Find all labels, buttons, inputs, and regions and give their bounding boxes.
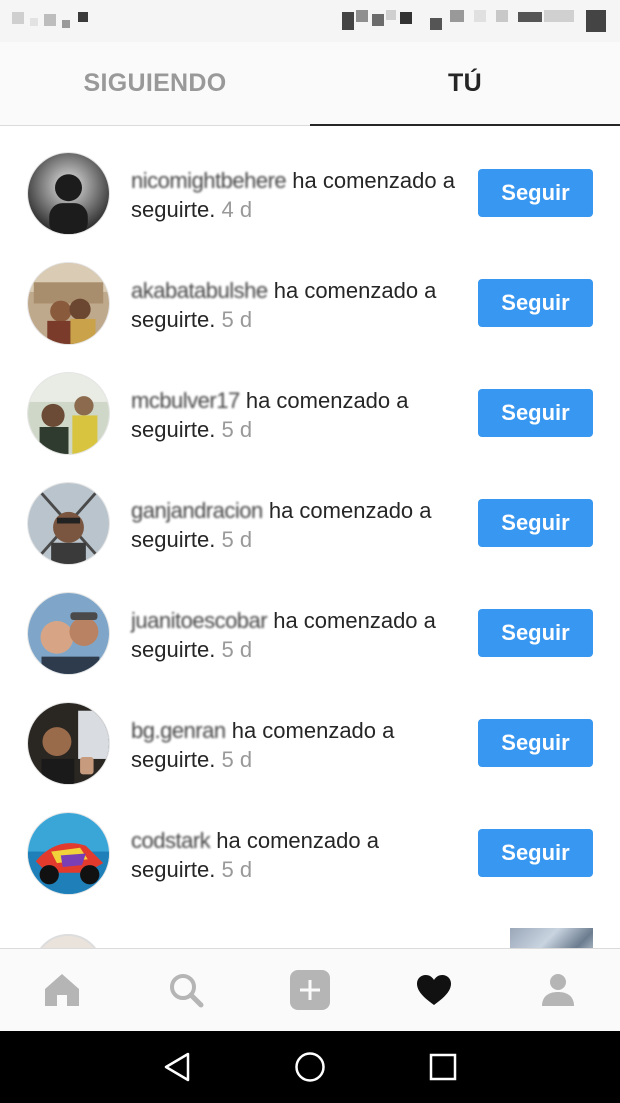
nav-add[interactable] (248, 949, 372, 1032)
follow-button[interactable]: Seguir (478, 169, 593, 217)
list-item: mcbulver17 ha comenzado a seguirte. 5 d … (0, 372, 620, 482)
timestamp: 5 d (215, 527, 253, 552)
list-item: codstark ha comenzado a seguirte. 5 d Se… (0, 812, 620, 922)
avatar[interactable] (27, 152, 110, 235)
list-item: akabatabulshe ha comenzado a seguirte. 5… (0, 262, 620, 372)
avatar[interactable] (27, 812, 110, 895)
notification-text: ganjandracion ha comenzado a seguirte. 5… (131, 498, 432, 552)
follow-button[interactable]: Seguir (478, 279, 593, 327)
list-item: juanitoescobar ha comenzado a seguirte. … (0, 592, 620, 702)
avatar[interactable] (27, 702, 110, 785)
bottom-nav (0, 948, 620, 1031)
notification-text: codstark ha comenzado a seguirte. 5 d (131, 828, 379, 882)
status-bar (0, 0, 620, 42)
home-icon (45, 974, 79, 1006)
username-link[interactable]: akabatabulshe (131, 278, 268, 303)
system-nav-bar (0, 1031, 620, 1103)
username-link[interactable]: mcbulver17 (131, 388, 240, 413)
search-icon (170, 974, 204, 1008)
list-item: nicomightbehere ha comenzado a seguirte.… (0, 152, 620, 262)
username-link[interactable]: bg.genran (131, 718, 226, 743)
heart-icon (417, 975, 451, 1005)
notification-text: akabatabulshe ha comenzado a seguirte. 5… (131, 278, 437, 332)
notifications-list: nicomightbehere ha comenzado a seguirte.… (0, 126, 620, 948)
list-item: bg.genran ha comenzado a seguirte. 5 d S… (0, 702, 620, 812)
username-link[interactable]: ganjandracion (131, 498, 263, 523)
home-circle-icon (295, 1052, 325, 1082)
back-icon (164, 1052, 189, 1082)
avatar[interactable] (27, 592, 110, 675)
follow-button[interactable]: Seguir (478, 719, 593, 767)
nav-profile[interactable] (496, 949, 620, 1032)
username-link[interactable]: juanitoescobar (131, 608, 268, 633)
timestamp: 5 d (215, 637, 253, 662)
activity-tabs: SIGUIENDO TÚ (0, 42, 620, 126)
follow-button[interactable]: Seguir (478, 609, 593, 657)
nav-home[interactable] (0, 949, 124, 1032)
nav-search[interactable] (124, 949, 248, 1032)
system-recents-button[interactable] (413, 1037, 473, 1097)
avatar[interactable] (27, 482, 110, 565)
notification-text: bg.genran ha comenzado a seguirte. 5 d (131, 718, 395, 772)
list-item-partial (0, 926, 620, 948)
timestamp: 5 d (215, 857, 253, 882)
username-link[interactable]: codstark (131, 828, 211, 853)
list-item: ganjandracion ha comenzado a seguirte. 5… (0, 482, 620, 592)
recents-icon (430, 1053, 457, 1081)
timestamp: 5 d (215, 417, 253, 442)
tab-you[interactable]: TÚ (310, 42, 620, 126)
post-thumbnail[interactable] (510, 928, 593, 948)
timestamp: 5 d (215, 747, 253, 772)
notification-text: mcbulver17 ha comenzado a seguirte. 5 d (131, 388, 409, 442)
follow-button[interactable]: Seguir (478, 499, 593, 547)
nav-activity[interactable] (372, 949, 496, 1032)
avatar[interactable] (27, 372, 110, 455)
add-icon (290, 970, 330, 1010)
system-home-button[interactable] (280, 1037, 340, 1097)
tab-following[interactable]: SIGUIENDO (0, 42, 310, 125)
timestamp: 4 d (215, 197, 253, 222)
follow-button[interactable]: Seguir (478, 829, 593, 877)
notification-text: nicomightbehere ha comenzado a seguirte.… (131, 168, 455, 222)
system-back-button[interactable] (147, 1037, 207, 1097)
profile-icon (542, 974, 574, 1006)
avatar[interactable] (33, 934, 103, 948)
notification-text: juanitoescobar ha comenzado a seguirte. … (131, 608, 436, 662)
username-link[interactable]: nicomightbehere (131, 168, 287, 193)
follow-button[interactable]: Seguir (478, 389, 593, 437)
timestamp: 5 d (215, 307, 253, 332)
avatar[interactable] (27, 262, 110, 345)
